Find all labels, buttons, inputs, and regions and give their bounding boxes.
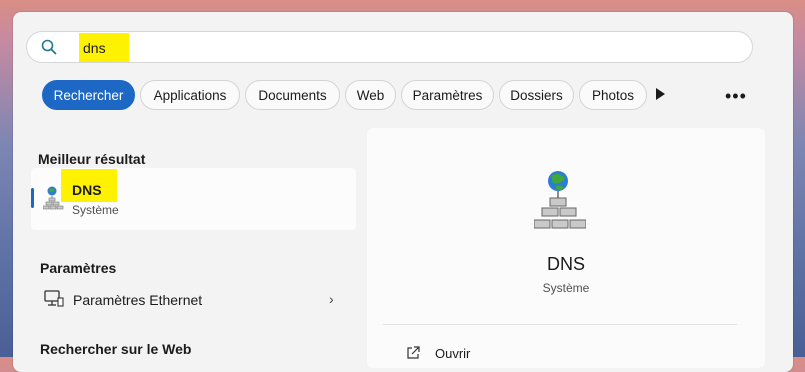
monitor-network-icon	[44, 290, 64, 307]
filter-web[interactable]: Web	[345, 80, 396, 110]
ethernet-settings-item[interactable]: Paramètres Ethernet ›	[31, 282, 356, 318]
preview-pane: DNS Système Ouvrir	[367, 128, 765, 368]
filter-parametres[interactable]: Paramètres	[401, 80, 494, 110]
preview-subtitle: Système	[542, 281, 590, 295]
best-result-title: DNS	[72, 182, 102, 198]
filter-photos[interactable]: Photos	[579, 80, 647, 110]
best-result-item[interactable]: DNS Système	[31, 168, 356, 230]
preview-title: DNS	[546, 254, 585, 274]
search-input[interactable]: dns	[83, 40, 106, 56]
selection-indicator	[31, 188, 34, 208]
preview-divider	[383, 324, 737, 325]
filter-dossiers[interactable]: Dossiers	[499, 80, 574, 110]
more-filters-arrow-icon[interactable]	[656, 88, 665, 100]
best-result-header: Meilleur résultat	[38, 151, 146, 167]
dns-server-large-icon	[534, 171, 586, 229]
web-search-header: Rechercher sur le Web	[40, 341, 192, 357]
settings-header: Paramètres	[40, 260, 117, 276]
chevron-right-icon: ›	[329, 291, 334, 307]
more-options-icon[interactable]: •••	[725, 86, 747, 107]
filter-applications[interactable]: Applications	[140, 80, 240, 110]
search-icon	[41, 39, 57, 55]
best-result-subtitle: Système	[72, 203, 119, 217]
open-external-icon	[407, 346, 420, 359]
filter-rechercher[interactable]: Rechercher	[42, 80, 135, 110]
search-box[interactable]: dns	[26, 31, 753, 63]
dns-server-icon	[43, 186, 64, 210]
open-action[interactable]: Ouvrir	[435, 346, 470, 361]
filter-documents[interactable]: Documents	[245, 80, 340, 110]
ethernet-settings-label: Paramètres Ethernet	[73, 292, 203, 308]
